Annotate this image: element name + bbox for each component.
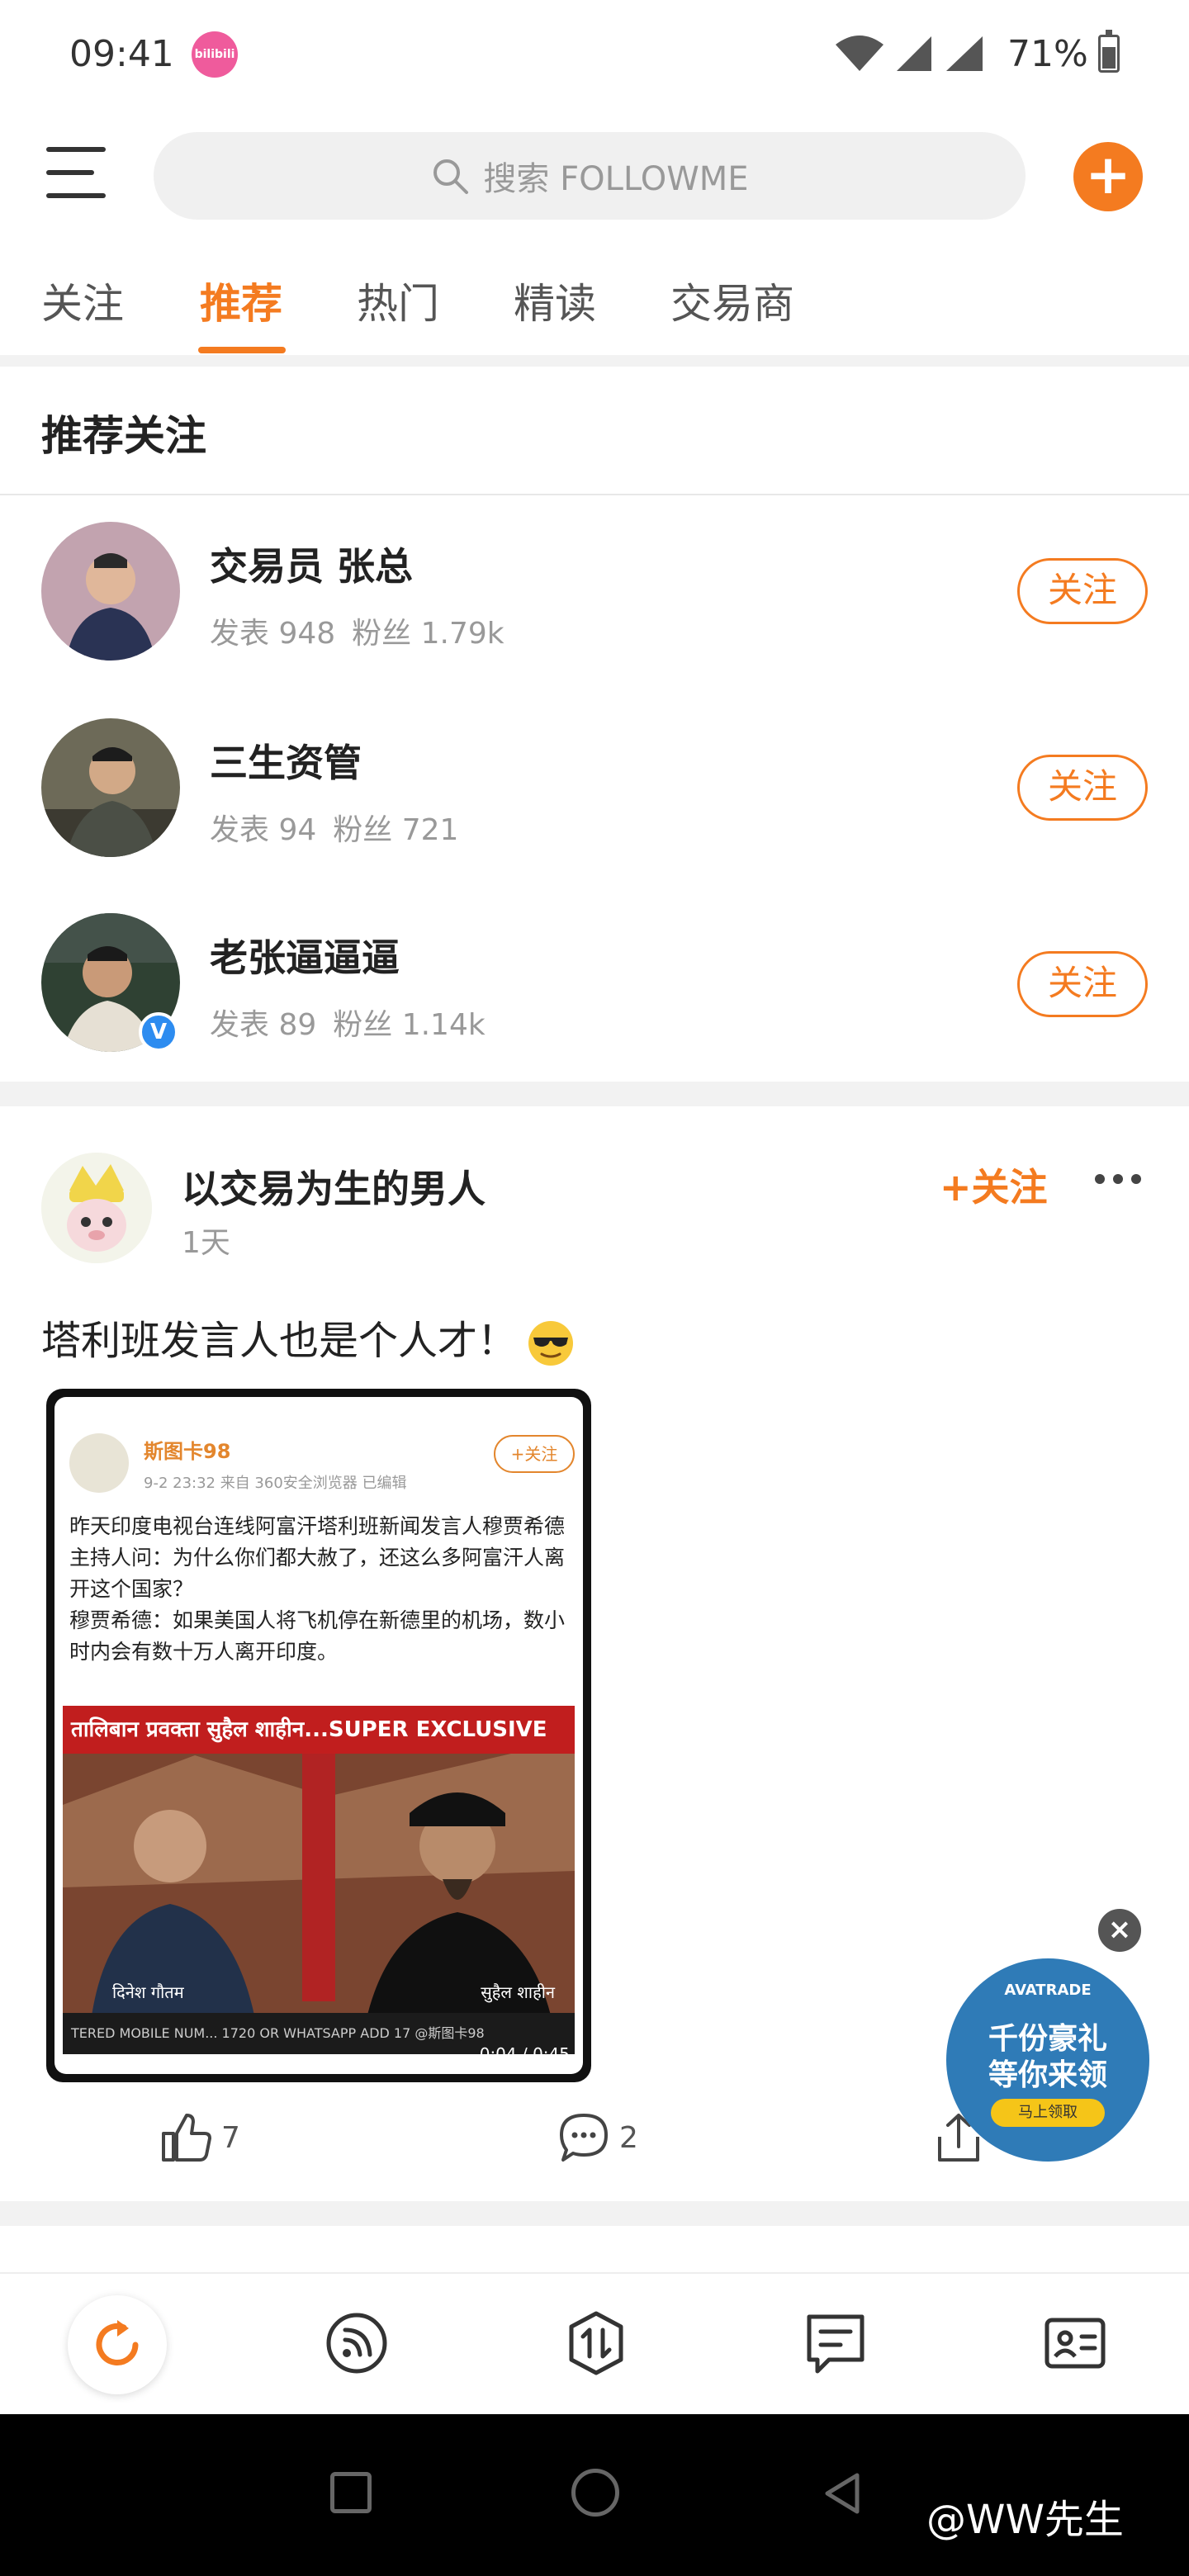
news-banner: तालिबान प्रवक्ता सुहैल शाहीन...SUPER EXC… bbox=[63, 1706, 575, 1754]
post-text: 塔利班发言人也是个人才！ bbox=[41, 1308, 575, 1367]
follow-button[interactable]: 关注 bbox=[1017, 558, 1148, 624]
refresh-icon bbox=[96, 2320, 139, 2365]
tab-following[interactable]: 关注 bbox=[41, 271, 124, 330]
tab-hot[interactable]: 热门 bbox=[357, 271, 439, 330]
avatar[interactable] bbox=[41, 718, 180, 857]
sunglasses-emoji-icon bbox=[528, 1321, 574, 1366]
divider bbox=[0, 355, 1189, 367]
follow-button[interactable]: 关注 bbox=[1017, 951, 1148, 1017]
watermark: @WW先生 bbox=[926, 2497, 1124, 2543]
embedded-user-name: 斯图卡98 bbox=[144, 1440, 231, 1463]
system-navigation-bar: @WW先生 bbox=[0, 2414, 1189, 2576]
feed-icon[interactable] bbox=[322, 2308, 391, 2378]
embedded-follow-button: +关注 bbox=[494, 1435, 575, 1473]
nav-home-refresh[interactable] bbox=[68, 2295, 167, 2394]
comment-icon bbox=[560, 2114, 608, 2162]
user-name[interactable]: 交易员 张总 bbox=[210, 537, 413, 591]
home-icon[interactable] bbox=[571, 2469, 619, 2517]
embedded-avatar bbox=[69, 1433, 129, 1493]
battery-percent: 71% bbox=[1007, 33, 1088, 75]
battery-icon bbox=[1098, 30, 1120, 73]
ad-claim-button: 马上领取 bbox=[991, 2099, 1105, 2127]
status-time: 09:41 bbox=[69, 33, 174, 75]
search-input[interactable]: 搜索 FOLLOWME bbox=[154, 132, 1026, 220]
verified-badge-icon: V bbox=[139, 1012, 178, 1052]
recent-apps-icon[interactable] bbox=[330, 2472, 372, 2513]
post-image[interactable]: 斯图卡98 9-2 23:32 来自 360安全浏览器 已编辑 +关注 昨天印度… bbox=[46, 1389, 591, 2082]
back-icon[interactable] bbox=[817, 2469, 867, 2518]
search-icon bbox=[433, 159, 469, 194]
thumbs-up-icon bbox=[162, 2114, 211, 2162]
post-author-avatar[interactable] bbox=[41, 1153, 152, 1263]
user-name[interactable]: 三生资管 bbox=[210, 733, 362, 788]
ad-subheadline: 等你来领 bbox=[988, 2058, 1107, 2092]
menu-icon[interactable] bbox=[46, 147, 106, 200]
tab-brokers[interactable]: 交易商 bbox=[670, 271, 794, 330]
embedded-meta: 9-2 23:32 来自 360安全浏览器 已编辑 bbox=[144, 1475, 407, 1492]
wifi-icon bbox=[836, 36, 883, 71]
embedded-text: 昨天印度电视台连线阿富汗塔利班新闻发言人穆贾希德 主持人问：为什么你们都大赦了，… bbox=[69, 1514, 566, 1664]
post-author-name[interactable]: 以交易为生的男人 bbox=[182, 1159, 486, 1214]
active-tab-indicator bbox=[198, 347, 286, 353]
profile-card-icon[interactable] bbox=[1040, 2308, 1110, 2378]
comment-button[interactable]: 2 bbox=[557, 2110, 638, 2165]
trade-icon[interactable] bbox=[561, 2308, 631, 2378]
news-name-right: सुहैल शाहीन bbox=[481, 1982, 555, 2002]
news-name-left: दिनेश गौतम bbox=[112, 1982, 184, 2002]
bottom-navigation bbox=[0, 2272, 1189, 2414]
more-options-icon[interactable] bbox=[1093, 1171, 1143, 1187]
user-stats: 发表 89 粉丝 1.14k bbox=[210, 1008, 486, 1042]
divider bbox=[0, 1082, 1189, 1106]
screenshot-card: 斯图卡98 9-2 23:32 来自 360安全浏览器 已编辑 +关注 昨天印度… bbox=[54, 1397, 583, 2074]
follow-button[interactable]: 关注 bbox=[1017, 755, 1148, 821]
tab-featured[interactable]: 精读 bbox=[514, 271, 596, 330]
bilibili-notification-icon: bilibili bbox=[192, 31, 238, 78]
like-button[interactable]: 7 bbox=[159, 2110, 240, 2165]
add-post-button[interactable]: + bbox=[1073, 142, 1143, 211]
user-stats: 发表 948 粉丝 1.79k bbox=[210, 617, 504, 651]
like-count: 7 bbox=[221, 2120, 240, 2155]
post-follow-button[interactable]: +关注 bbox=[940, 1158, 1048, 1212]
section-title: 推荐关注 bbox=[41, 412, 206, 460]
post-time: 1天 bbox=[182, 1226, 230, 1260]
user-stats: 发表 94 粉丝 721 bbox=[210, 813, 459, 847]
search-placeholder: 搜索 FOLLOWME bbox=[483, 160, 749, 198]
messages-icon[interactable] bbox=[801, 2308, 870, 2378]
news-video-frame: तालिबान प्रवक्ता सुहैल शाहीन...SUPER EXC… bbox=[63, 1706, 575, 2054]
ad-close-icon[interactable]: × bbox=[1095, 1906, 1144, 1955]
video-duration: 0:04 / 0:45 bbox=[479, 2044, 570, 2064]
divider bbox=[0, 2201, 1189, 2226]
comment-count: 2 bbox=[619, 2120, 638, 2155]
divider bbox=[0, 494, 1189, 495]
ad-brand: AVATRADE bbox=[1004, 1982, 1092, 1999]
user-name[interactable]: 老张逼逼逼 bbox=[210, 928, 400, 983]
signal-strength-icon bbox=[946, 36, 983, 71]
tab-recommended[interactable]: 推荐 bbox=[200, 271, 282, 330]
signal-icon bbox=[897, 36, 931, 71]
avatar[interactable] bbox=[41, 522, 180, 661]
promo-ad-badge[interactable]: AVATRADE 千份豪礼 等你来领 马上领取 bbox=[946, 1958, 1149, 2162]
